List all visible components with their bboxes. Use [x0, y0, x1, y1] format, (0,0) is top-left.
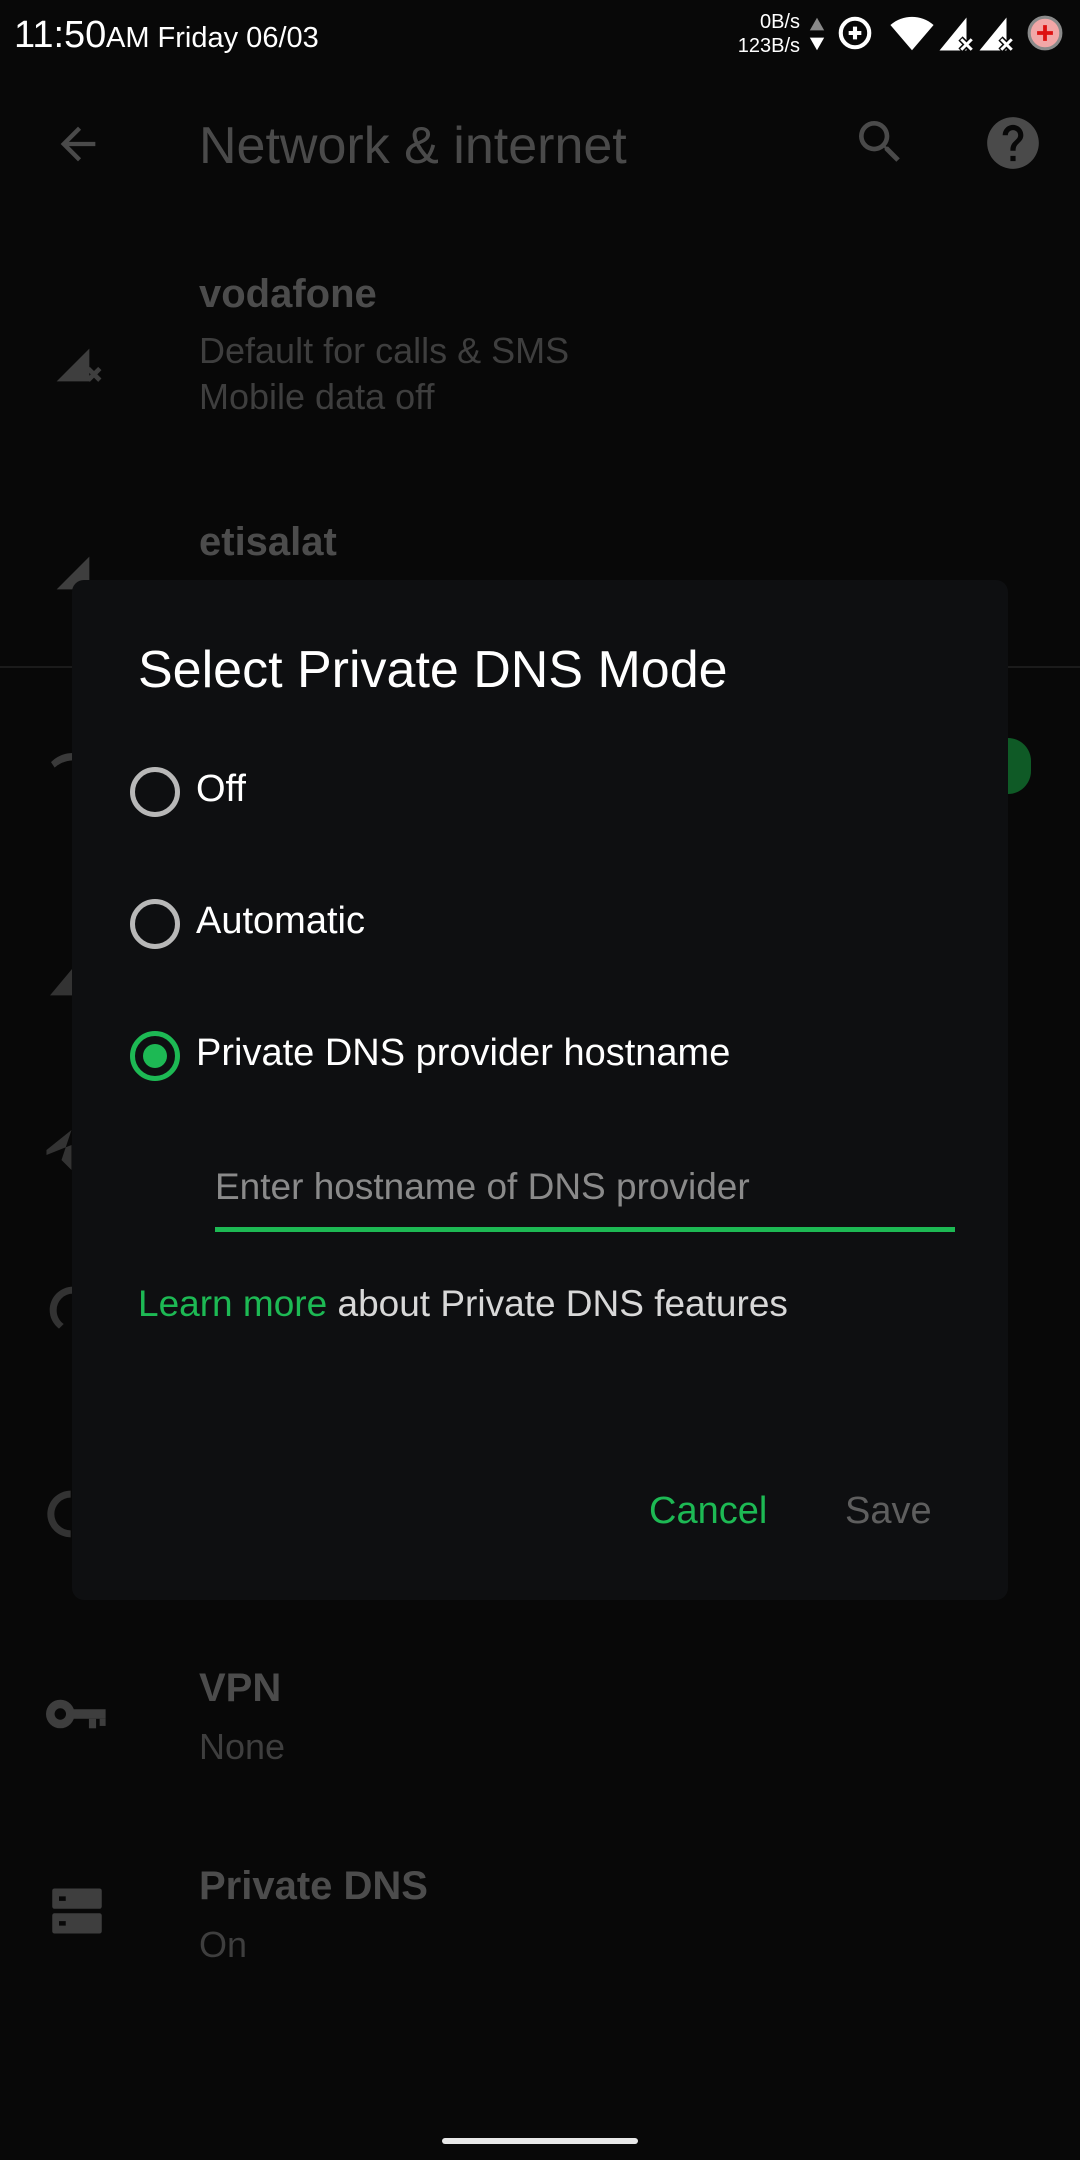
help-icon[interactable] — [982, 112, 1044, 174]
dns-icon — [52, 1888, 102, 1934]
private-dns-dialog: Select Private DNS Mode Off Automatic Pr… — [72, 580, 1008, 1600]
private-dns-subtitle: On — [199, 1924, 248, 1965]
search-icon[interactable] — [852, 114, 908, 170]
learn-more-text: Learn more about Private DNS features — [138, 1283, 788, 1325]
dialog-title: Select Private DNS Mode — [138, 641, 728, 699]
data-saver-icon — [838, 16, 872, 50]
wifi-icon — [890, 16, 934, 51]
sim-item-subtitle: Mobile data off — [199, 376, 435, 417]
save-button[interactable]: Save — [845, 1490, 932, 1533]
learn-more-description: about Private DNS features — [327, 1283, 788, 1324]
upload-speed: 0B/s — [759, 11, 800, 33]
net-activity-arrows-icon — [809, 17, 825, 51]
key-icon — [46, 1699, 106, 1729]
airplane-icon — [46, 1130, 72, 1170]
vpn-title: VPN — [199, 1666, 282, 1710]
radio-label: Automatic — [196, 900, 365, 942]
vpn-subtitle: None — [199, 1726, 286, 1767]
radio-label: Private DNS provider hostname — [196, 1032, 731, 1074]
signal-x-icon — [979, 17, 1014, 52]
signal-x-icon — [56, 348, 102, 382]
sim-item-title: vodafone — [199, 272, 377, 316]
radio-button-selected[interactable] — [130, 1031, 180, 1081]
download-speed: 123B/s — [737, 35, 800, 57]
cancel-button[interactable]: Cancel — [649, 1490, 767, 1533]
signal-icon — [50, 966, 74, 996]
status-bar: 11:50 AM Friday 06/03 0B/s 123B/s — [0, 0, 1080, 72]
home-indicator[interactable] — [442, 2138, 638, 2144]
battery-charging-icon — [1027, 15, 1063, 51]
hostname-input[interactable] — [215, 1155, 955, 1232]
signal-x-icon — [939, 17, 974, 52]
learn-more-link[interactable]: Learn more — [138, 1283, 327, 1324]
sim-item-subtitle: Default for calls & SMS — [199, 330, 570, 371]
radio-button[interactable] — [130, 767, 180, 817]
sim-item-title: etisalat — [199, 520, 337, 564]
network-speed: 0B/s 123B/s — [728, 10, 800, 58]
radio-label: Off — [196, 768, 246, 810]
radio-option-automatic[interactable]: Automatic — [130, 888, 950, 968]
radio-option-provider-hostname[interactable]: Private DNS provider hostname — [130, 1020, 950, 1100]
hotspot-icon — [49, 1286, 73, 1329]
back-arrow-icon[interactable] — [52, 118, 104, 170]
data-usage-icon — [47, 1490, 71, 1538]
page-title: Network & internet — [199, 117, 627, 175]
radio-button[interactable] — [130, 899, 180, 949]
screen: Network & internet vodafone Default for … — [0, 0, 1080, 2160]
status-time: 11:50 — [14, 14, 107, 56]
status-date: AM Friday 06/03 — [106, 22, 319, 54]
private-dns-title: Private DNS — [199, 1864, 428, 1908]
radio-option-off[interactable]: Off — [130, 756, 950, 836]
